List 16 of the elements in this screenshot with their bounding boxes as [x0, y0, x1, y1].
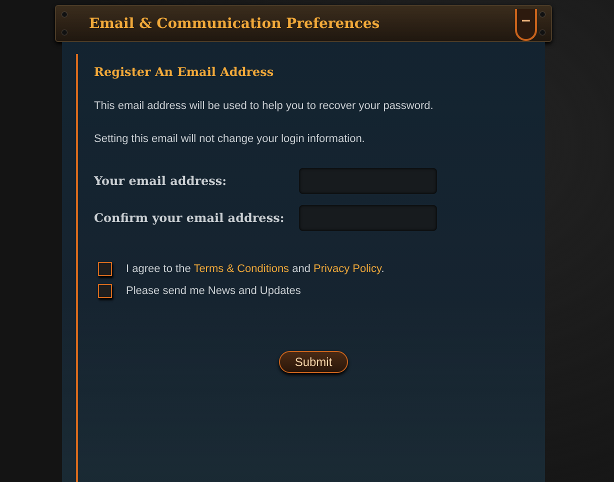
field-label: Confirm your email address: — [94, 211, 284, 225]
panel-title: Email & Communication Preferences — [89, 16, 380, 32]
email-field[interactable] — [299, 168, 437, 194]
checkbox-label: Please send me News and Updates — [126, 285, 301, 297]
submit-button[interactable]: Submit — [279, 351, 348, 373]
info-text: Setting this email will not change your login information. — [94, 133, 366, 145]
info-text: This email address will be used to help you to recover your password. — [94, 100, 434, 112]
checkbox[interactable] — [98, 284, 112, 298]
link[interactable]: Privacy Policy — [314, 263, 382, 275]
field-label: Your email address: — [94, 174, 227, 188]
checkbox[interactable] — [98, 262, 112, 276]
email-field[interactable] — [299, 205, 437, 231]
collapse-button[interactable]: – — [515, 9, 537, 41]
checkbox-label: I agree to the Terms & Conditions and Privacy Policy. — [126, 263, 384, 275]
section-heading: Register An Email Address — [94, 65, 275, 79]
link[interactable]: Terms & Conditions — [194, 263, 290, 275]
